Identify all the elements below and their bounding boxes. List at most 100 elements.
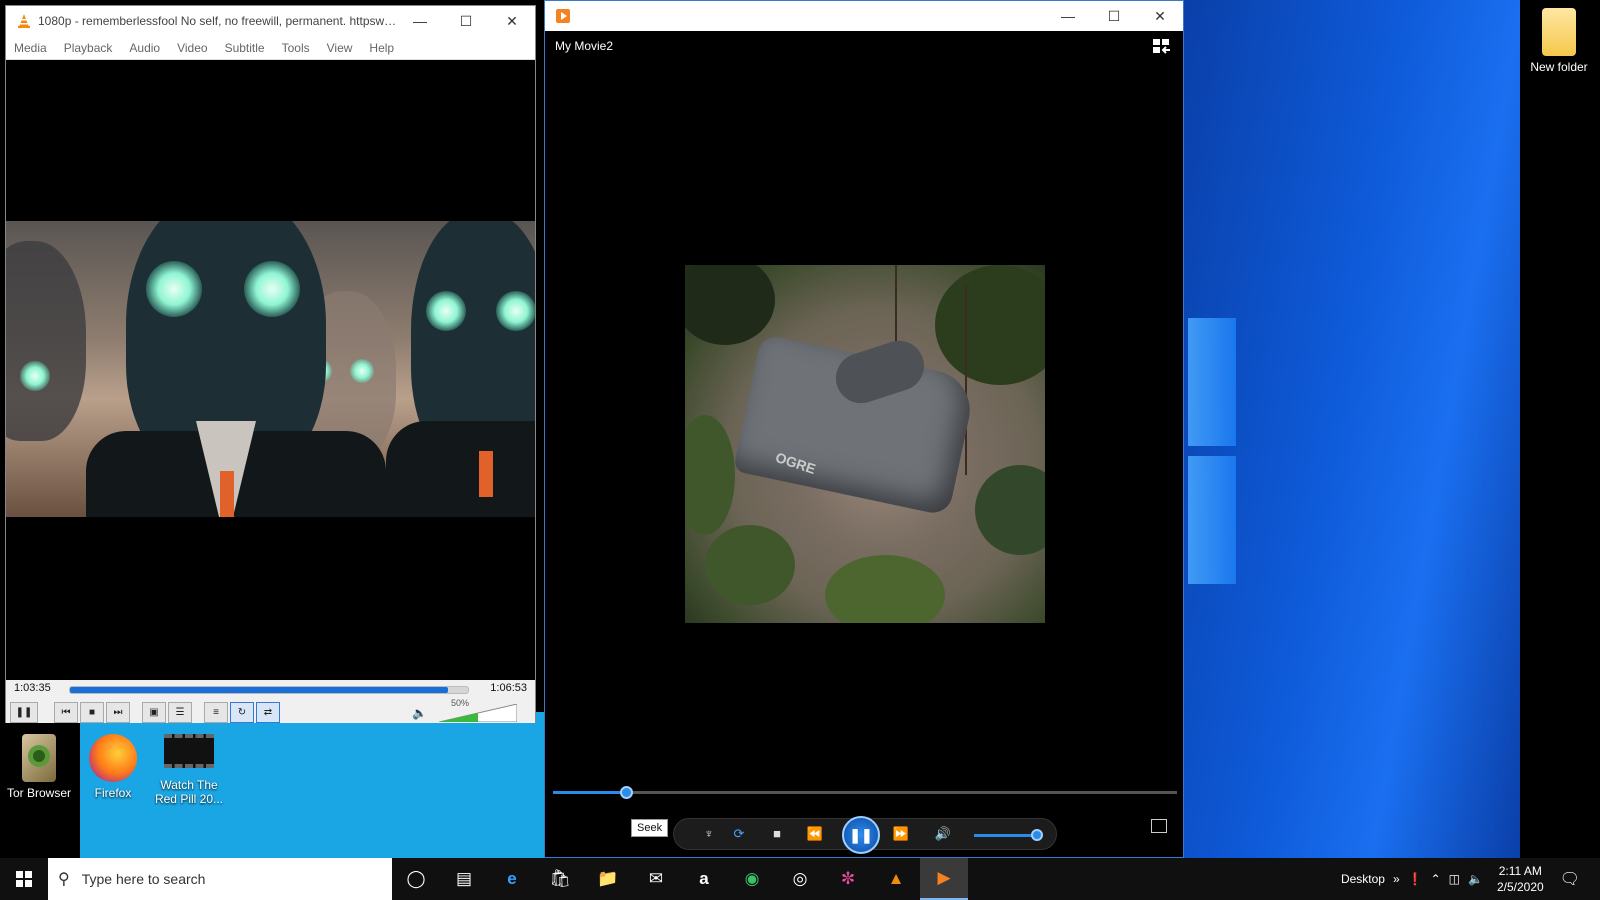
- movie-video-frame[interactable]: OGRE: [685, 265, 1045, 623]
- search-placeholder: Type here to search: [81, 871, 206, 887]
- desktop-icon-label: Tor Browser: [6, 786, 71, 800]
- movie-seek-fill: [553, 791, 622, 794]
- firefox-icon: [89, 734, 137, 782]
- vlc-window: 1080p - rememberlessfool No self, no fre…: [5, 5, 536, 723]
- task-view-icon[interactable]: ▤: [440, 858, 488, 900]
- vlc-volume-slider[interactable]: [439, 704, 517, 722]
- desktop-icon-video-file[interactable]: Watch The Red Pill 20...: [150, 734, 228, 806]
- vlc-time-elapsed: 1:03:35: [14, 682, 51, 694]
- store-icon[interactable]: 🛍: [536, 858, 584, 900]
- color-app-icon[interactable]: ✼: [824, 858, 872, 900]
- edge-icon[interactable]: e: [488, 858, 536, 900]
- action-center-icon[interactable]: 🗨: [1560, 869, 1580, 889]
- windows-logo-wallpaper: [1188, 318, 1236, 586]
- rewind-button[interactable]: ⏪: [804, 826, 826, 842]
- vlc-extended-settings-button[interactable]: ☰: [168, 702, 192, 723]
- menu-video[interactable]: Video: [177, 41, 207, 55]
- vlc-video-frame: [6, 221, 535, 517]
- movies-tv-taskbar-icon[interactable]: ▶: [920, 858, 968, 900]
- vlc-speaker-icon[interactable]: 🔈: [412, 706, 427, 720]
- vlc-random-button[interactable]: ⇄: [256, 702, 280, 723]
- menu-subtitle[interactable]: Subtitle: [225, 41, 265, 55]
- vlc-video-area[interactable]: [6, 60, 535, 680]
- tor-browser-icon: [22, 734, 56, 782]
- pause-button[interactable]: ❚❚: [842, 816, 880, 854]
- windows-start-icon: [16, 871, 32, 887]
- vlc-cone-icon: [18, 14, 30, 28]
- taskbar-clock[interactable]: 2:11 AM 2/5/2020: [1497, 863, 1544, 895]
- desktop-icon-new-folder[interactable]: New folder: [1520, 8, 1598, 74]
- mini-view-icon[interactable]: [1153, 39, 1171, 55]
- camera-app-icon[interactable]: ◎: [776, 858, 824, 900]
- amazon-icon[interactable]: a: [680, 858, 728, 900]
- stop-button[interactable]: ■: [766, 826, 788, 841]
- show-hidden-icons-icon[interactable]: ⌃: [1431, 872, 1441, 886]
- taskbar-search-box[interactable]: ⚲ Type here to search: [48, 858, 392, 900]
- desktop-right-strip: [1520, 0, 1600, 858]
- menu-media[interactable]: Media: [14, 41, 47, 55]
- vlc-titlebar[interactable]: 1080p - rememberlessfool No self, no fre…: [6, 6, 535, 36]
- repeat-icon[interactable]: ⟳: [728, 826, 750, 842]
- mail-icon[interactable]: ✉: [632, 858, 680, 900]
- volume-icon[interactable]: 🔊: [932, 826, 954, 842]
- vlc-seek-fill: [70, 687, 449, 693]
- vlc-fullscreen-button[interactable]: ▣: [142, 702, 166, 723]
- menu-help[interactable]: Help: [369, 41, 394, 55]
- clock-date: 2/5/2020: [1496, 880, 1544, 894]
- vlc-time-total: 1:06:53: [490, 682, 527, 694]
- movie-title: My Movie2: [555, 39, 614, 53]
- vlc-playlist-button[interactable]: ≡: [204, 702, 228, 723]
- movie-seek-thumb[interactable]: [620, 786, 633, 799]
- video-file-icon: [164, 734, 214, 768]
- clock-time: 2:11 AM: [1498, 864, 1542, 878]
- system-tray: Desktop » ❗ ⌃ ◫ 🔈 2:11 AM 2/5/2020 🗨: [1341, 858, 1600, 900]
- minimize-button[interactable]: —: [1045, 1, 1091, 31]
- vlc-menubar: Media Playback Audio Video Subtitle Tool…: [6, 36, 535, 60]
- vlc-taskbar-icon[interactable]: ▲: [872, 858, 920, 900]
- movie-seek-bar[interactable]: [553, 791, 1177, 794]
- toolbar-expand-icon[interactable]: »: [1393, 872, 1400, 886]
- vlc-stop-button[interactable]: ■: [80, 702, 104, 723]
- movies-tv-window: — ☐ ✕ My Movie2 OGRE Seek ♆ ⟳ ■ ⏪ ❚❚ ⏩ 🔊: [544, 0, 1184, 858]
- desktop-icon-label: Watch The Red Pill 20...: [154, 778, 224, 806]
- cast-icon[interactable]: ♆: [698, 826, 720, 841]
- vlc-seek-bar[interactable]: [69, 686, 469, 694]
- vlc-window-title: 1080p - rememberlessfool No self, no fre…: [38, 14, 397, 28]
- search-icon: ⚲: [58, 871, 70, 888]
- cortana-icon[interactable]: ◯: [392, 858, 440, 900]
- maximize-button[interactable]: ☐: [443, 6, 489, 36]
- speaker-icon[interactable]: 🔈: [1468, 872, 1483, 886]
- desktop-icon-label: New folder: [1530, 60, 1588, 74]
- menu-audio[interactable]: Audio: [129, 41, 160, 55]
- desktop-icon-firefox[interactable]: Firefox: [74, 734, 152, 800]
- folder-icon: [1542, 8, 1576, 56]
- movie-volume-knob[interactable]: [1031, 829, 1043, 841]
- vlc-next-button[interactable]: ⏭: [106, 702, 130, 723]
- vlc-pause-button[interactable]: ❚❚: [10, 702, 38, 723]
- start-button[interactable]: [0, 858, 48, 900]
- seek-tooltip: Seek: [631, 819, 669, 837]
- vlc-previous-button[interactable]: ⏮: [54, 702, 78, 723]
- vlc-controls: 1:03:35 1:06:53 ❚❚ ⏮ ■ ⏭ ▣ ☰ ≡ ↻ ⇄ 🔈 50%: [6, 680, 535, 723]
- movies-tv-titlebar[interactable]: — ☐ ✕: [545, 1, 1183, 31]
- desktop-toolbar-label[interactable]: Desktop: [1341, 872, 1385, 886]
- minimize-button[interactable]: —: [397, 6, 443, 36]
- desktop-icon-tor-browser[interactable]: Tor Browser: [0, 734, 78, 800]
- menu-tools[interactable]: Tools: [282, 41, 310, 55]
- close-button[interactable]: ✕: [1137, 1, 1183, 31]
- fullscreen-icon[interactable]: [1151, 819, 1167, 833]
- file-explorer-icon[interactable]: 📁: [584, 858, 632, 900]
- fast-forward-button[interactable]: ⏩: [890, 826, 912, 842]
- battery-icon[interactable]: ◫: [1449, 872, 1460, 886]
- menu-view[interactable]: View: [327, 41, 353, 55]
- desktop-icon-label: Firefox: [94, 786, 132, 800]
- notification-app-icon[interactable]: ❗: [1408, 872, 1423, 886]
- close-button[interactable]: ✕: [489, 6, 535, 36]
- menu-playback[interactable]: Playback: [64, 41, 113, 55]
- movie-volume-slider[interactable]: [974, 834, 1032, 837]
- maximize-button[interactable]: ☐: [1091, 1, 1137, 31]
- vlc-loop-button[interactable]: ↻: [230, 702, 254, 723]
- tripadvisor-icon[interactable]: ◉: [728, 858, 776, 900]
- taskbar: ⚲ Type here to search ◯ ▤ e 🛍 📁 ✉ a ◉ ◎ …: [0, 858, 1600, 900]
- movies-tv-app-icon: [556, 9, 570, 23]
